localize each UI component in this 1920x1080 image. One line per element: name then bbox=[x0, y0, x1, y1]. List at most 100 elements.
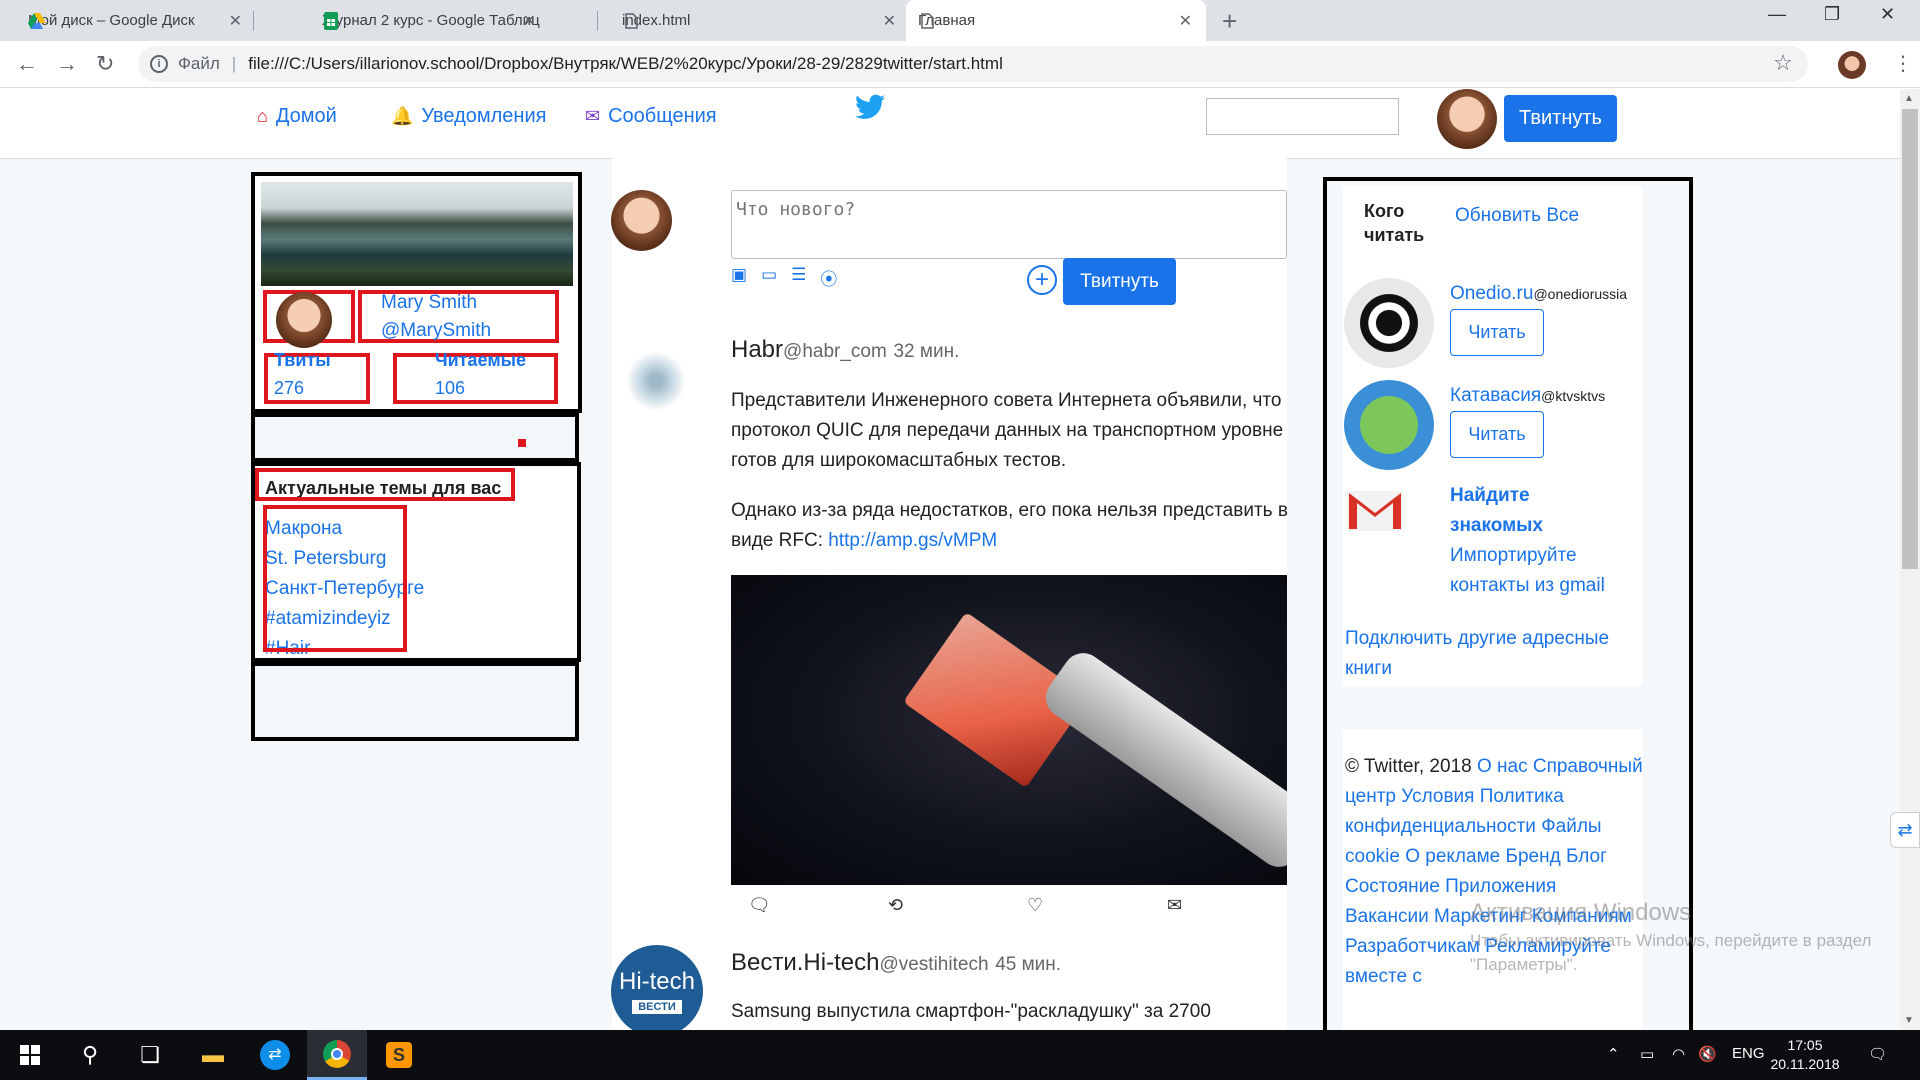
scrollbar-thumb[interactable] bbox=[1902, 109, 1918, 569]
connect-address-books[interactable]: Подключить другие адресные книги bbox=[1345, 624, 1645, 684]
search-icon[interactable]: ⚲ bbox=[60, 1030, 120, 1080]
habr-avatar[interactable] bbox=[626, 351, 686, 411]
footer-link[interactable]: Приложения bbox=[1445, 876, 1556, 897]
forward-icon[interactable]: → bbox=[56, 51, 78, 77]
tweet-handle[interactable]: @vestihitech bbox=[879, 954, 988, 975]
following-stat[interactable]: Читаемые 106 bbox=[435, 346, 526, 402]
battery-icon[interactable]: ▭ bbox=[1640, 1045, 1654, 1063]
tweet-header: Habr@habr_com 32 мин. bbox=[731, 336, 959, 364]
bookmark-star-icon[interactable]: ☆ bbox=[1758, 50, 1808, 76]
find-text-1[interactable]: Импортируйте bbox=[1450, 541, 1650, 571]
footer-link[interactable]: Блог bbox=[1566, 846, 1607, 867]
add-icon[interactable]: + bbox=[1027, 265, 1057, 295]
address-bar-row: ← → ↻ i Файл | file:///C:/Users/illarion… bbox=[0, 41, 1920, 88]
footer-link[interactable]: Вакансии bbox=[1345, 906, 1429, 927]
tab-google-sheets[interactable]: Журнал 2 курс - Google Таблиц ✕ bbox=[310, 0, 550, 41]
tweet-handle[interactable]: @habr_com bbox=[783, 341, 887, 362]
connect-line-2: книги bbox=[1345, 658, 1392, 679]
footer-link[interactable]: Состояние bbox=[1345, 876, 1440, 897]
follow-katavasia-button[interactable]: Читать bbox=[1450, 411, 1544, 458]
footer-link[interactable]: О рекламе bbox=[1405, 846, 1500, 867]
empty-panel-bottom bbox=[251, 662, 579, 741]
close-window-icon[interactable]: ✕ bbox=[1880, 4, 1895, 25]
close-tab-icon[interactable]: ✕ bbox=[229, 11, 242, 31]
find-text-2[interactable]: контакты из gmail bbox=[1450, 571, 1650, 601]
omnibox[interactable]: i Файл | file:///C:/Users/illarionov.sch… bbox=[138, 46, 1808, 82]
tray-chevron-icon[interactable]: ⌃ bbox=[1607, 1045, 1620, 1063]
tab-index-html[interactable]: index.html ✕ bbox=[610, 0, 910, 41]
minimize-icon[interactable]: — bbox=[1768, 4, 1786, 25]
vesti-avatar[interactable]: Hi-tech ВЕСТИ bbox=[611, 945, 703, 1030]
menu-dots-icon[interactable]: ⋮ bbox=[1893, 51, 1913, 76]
tweets-stat[interactable]: Твиты 276 bbox=[274, 346, 331, 402]
new-tab-icon[interactable]: + bbox=[1222, 6, 1237, 37]
like-heart-icon[interactable]: ♡ bbox=[1027, 895, 1043, 916]
file-explorer-icon[interactable]: ▬ bbox=[183, 1030, 243, 1080]
refresh-link[interactable]: Обновить bbox=[1455, 205, 1541, 226]
teamviewer-icon[interactable]: ⇄ bbox=[245, 1030, 305, 1080]
nav-home[interactable]: ⌂ Домой bbox=[257, 105, 337, 128]
profile-name[interactable]: Mary Smith bbox=[381, 289, 491, 317]
following-count: 106 bbox=[435, 378, 466, 398]
twitter-bird-icon[interactable] bbox=[855, 94, 885, 127]
user-avatar[interactable] bbox=[1437, 89, 1497, 149]
back-icon[interactable]: ← bbox=[16, 51, 38, 77]
teamviewer-side-icon[interactable]: ⇄ bbox=[1890, 812, 1920, 848]
tweet-link[interactable]: http://amp.gs/vMPM bbox=[828, 530, 997, 551]
search-input[interactable] bbox=[1206, 98, 1399, 135]
find-title-2[interactable]: знакомых bbox=[1450, 511, 1650, 541]
browser-profile-avatar[interactable] bbox=[1838, 51, 1866, 79]
sublime-text-icon[interactable]: S bbox=[369, 1030, 429, 1080]
scroll-down-icon[interactable]: ▼ bbox=[1904, 1015, 1914, 1026]
nav-notifications[interactable]: 🔔 Уведомления bbox=[391, 105, 546, 128]
onedio-name[interactable]: Onedio.ru bbox=[1450, 283, 1533, 304]
footer-link[interactable]: Бренд bbox=[1505, 846, 1560, 867]
nav-messages[interactable]: ✉ Сообщения bbox=[585, 105, 717, 128]
chrome-icon[interactable] bbox=[307, 1030, 367, 1080]
close-tab-icon[interactable]: ✕ bbox=[523, 11, 536, 31]
compose-tweet-button[interactable]: Твитнуть bbox=[1063, 258, 1176, 305]
location-icon[interactable]: ⦿ bbox=[820, 265, 837, 290]
footer-link[interactable]: Разработчикам bbox=[1345, 936, 1480, 957]
retweet-icon[interactable]: ⟲ bbox=[888, 895, 903, 916]
tweet-author[interactable]: Habr bbox=[731, 336, 783, 363]
taskbar-clock[interactable]: 17:05 20.11.2018 bbox=[1760, 1036, 1850, 1074]
wifi-icon[interactable]: ◠ bbox=[1672, 1045, 1685, 1063]
katavasia-name[interactable]: Катавасия bbox=[1450, 385, 1541, 406]
katavasia-avatar[interactable] bbox=[1344, 380, 1434, 470]
tab-title: index.html bbox=[622, 12, 691, 29]
tab-home-active[interactable]: Главная ✕ bbox=[906, 0, 1206, 41]
scroll-up-icon[interactable]: ▲ bbox=[1904, 93, 1914, 104]
task-view-icon[interactable]: ❏ bbox=[120, 1030, 180, 1080]
reply-icon[interactable]: 🗨 bbox=[748, 895, 771, 916]
tweets-label: Твиты bbox=[274, 350, 331, 370]
who-title-line1: Кого bbox=[1364, 201, 1405, 221]
profile-avatar[interactable] bbox=[276, 292, 332, 348]
notifications-icon[interactable]: 🗨 bbox=[1868, 1045, 1887, 1063]
follow-onedio-button[interactable]: Читать bbox=[1450, 309, 1544, 356]
tweet-author[interactable]: Вести.Hi-tech bbox=[731, 949, 879, 976]
watermark-line3: "Параметры". bbox=[1470, 955, 1578, 974]
footer-link[interactable]: О нас bbox=[1477, 756, 1528, 777]
profile-handle[interactable]: @MarySmith bbox=[381, 317, 491, 345]
footer-link[interactable]: Условия bbox=[1401, 786, 1474, 807]
compose-textarea[interactable] bbox=[731, 190, 1287, 259]
reload-icon[interactable]: ↻ bbox=[96, 51, 114, 77]
tweet-image[interactable] bbox=[731, 575, 1287, 885]
windows-start-icon[interactable] bbox=[0, 1030, 60, 1080]
image-icon[interactable]: ▣ bbox=[731, 265, 747, 290]
maximize-icon[interactable]: ❐ bbox=[1824, 4, 1840, 25]
all-link[interactable]: Все bbox=[1546, 205, 1579, 226]
nav-tweet-button[interactable]: Твитнуть bbox=[1504, 95, 1617, 142]
info-icon[interactable]: i bbox=[150, 55, 168, 73]
gif-icon[interactable]: ▭ bbox=[761, 265, 777, 290]
volume-muted-icon[interactable]: 🔇 bbox=[1698, 1045, 1717, 1063]
close-tab-icon[interactable]: ✕ bbox=[1179, 11, 1192, 31]
poll-icon[interactable]: ☰ bbox=[791, 265, 806, 290]
url-text[interactable]: file:///C:/Users/illarionov.school/Dropb… bbox=[248, 54, 1003, 74]
share-mail-icon[interactable]: ✉ bbox=[1167, 895, 1182, 916]
close-tab-icon[interactable]: ✕ bbox=[883, 11, 896, 31]
onedio-avatar[interactable] bbox=[1344, 278, 1434, 368]
find-title-1[interactable]: Найдите bbox=[1450, 481, 1650, 511]
tab-google-drive[interactable]: Мой диск – Google Диск ✕ bbox=[16, 0, 256, 41]
